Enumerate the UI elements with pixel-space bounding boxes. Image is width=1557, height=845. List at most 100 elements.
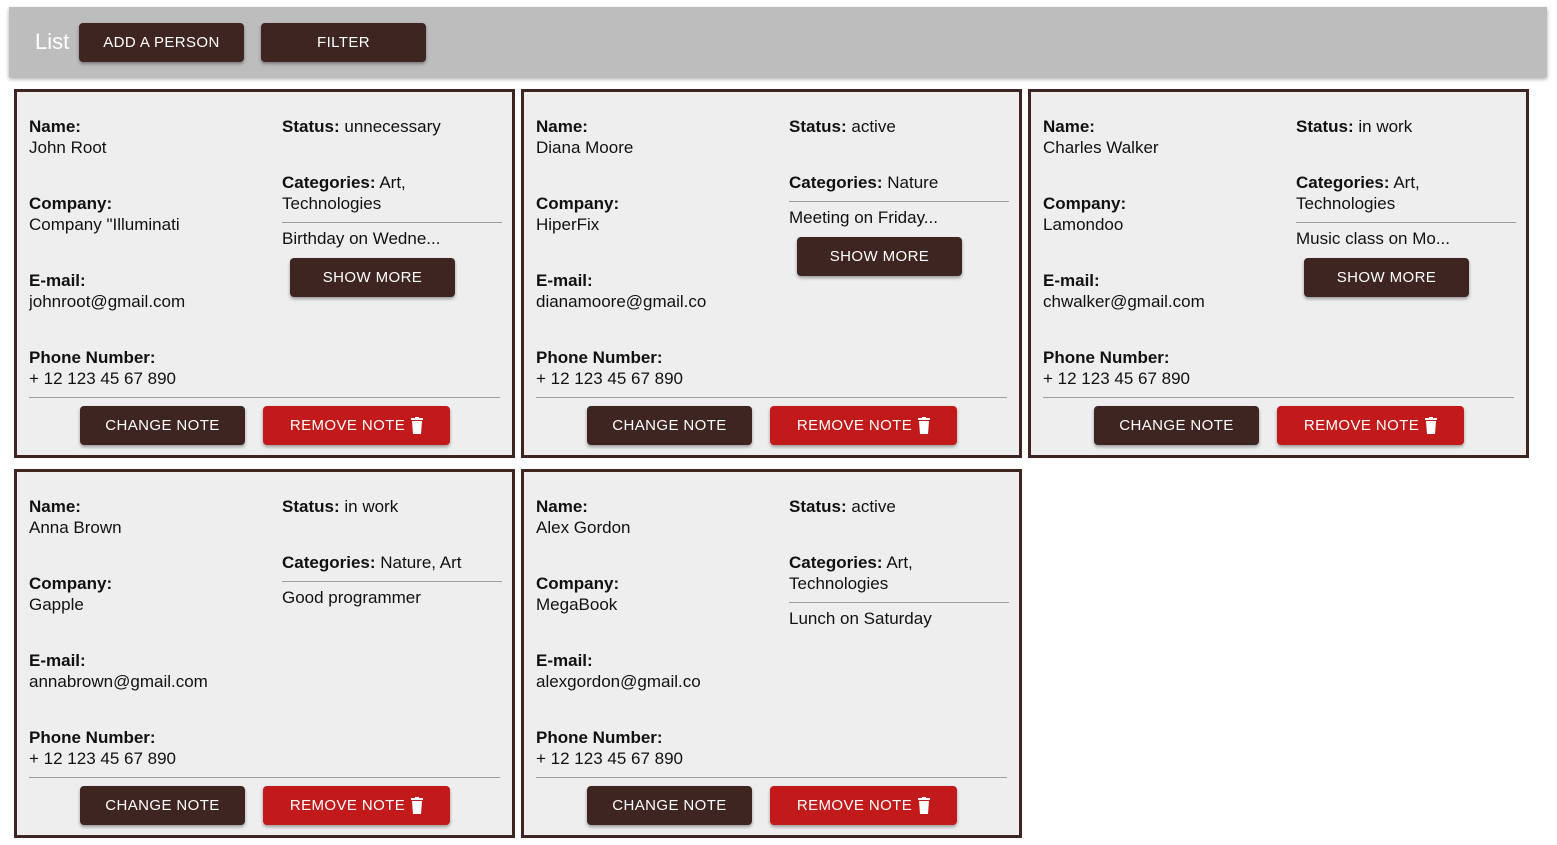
status-line: Status: unnecessary	[282, 116, 502, 137]
name-value: Alex Gordon	[536, 518, 631, 537]
remove-note-button[interactable]: REMOVE NOTE	[263, 406, 450, 445]
name-field: Name: Diana Moore	[536, 116, 776, 193]
company-label: Company:	[1043, 194, 1127, 213]
company-field: Company: Lamondoo	[1043, 193, 1283, 270]
status-value: in work	[1358, 117, 1413, 136]
categories-line: Categories: Nature, Art	[282, 552, 502, 573]
categories-value: Nature	[887, 173, 939, 192]
app-bar: List ADD A PERSON FILTER	[9, 7, 1547, 77]
trash-icon	[918, 797, 931, 814]
company-value: Gapple	[29, 595, 84, 614]
name-field: Name: Anna Brown	[29, 496, 269, 573]
note-text: Good programmer	[282, 588, 421, 607]
change-note-button[interactable]: CHANGE NOTE	[587, 406, 752, 445]
remove-note-button[interactable]: REMOVE NOTE	[770, 786, 957, 825]
email-label: E-mail:	[29, 651, 86, 670]
person-info: Name: Diana Moore Company: HiperFix E-ma…	[536, 116, 776, 424]
email-label: E-mail:	[29, 271, 86, 290]
person-card: Name: Anna Brown Company: Gapple E-mail:…	[14, 469, 515, 838]
person-meta: Status: in work Categories: Art, Technol…	[1296, 116, 1516, 297]
trash-icon	[1425, 417, 1438, 434]
person-info: Name: Anna Brown Company: Gapple E-mail:…	[29, 496, 269, 804]
phone-label: Phone Number:	[1043, 348, 1170, 367]
categories-label: Categories:	[789, 553, 883, 572]
change-note-button[interactable]: CHANGE NOTE	[587, 786, 752, 825]
name-label: Name:	[536, 497, 588, 516]
status-line: Status: active	[789, 496, 1009, 517]
change-note-button[interactable]: CHANGE NOTE	[80, 406, 245, 445]
name-value: John Root	[29, 138, 107, 157]
company-field: Company: Company "Illuminati	[29, 193, 269, 270]
name-label: Name:	[29, 497, 81, 516]
remove-note-button[interactable]: REMOVE NOTE	[263, 786, 450, 825]
app-title: List	[35, 29, 70, 54]
phone-value: + 12 123 45 67 890	[29, 369, 176, 388]
phone-label: Phone Number:	[29, 348, 156, 367]
email-value: chwalker@gmail.com	[1043, 292, 1205, 311]
categories-line: Categories: Nature	[789, 172, 1009, 193]
person-meta: Status: unnecessary Categories: Art, Tec…	[282, 116, 502, 297]
person-card: Name: Charles Walker Company: Lamondoo E…	[1028, 89, 1529, 458]
change-note-button[interactable]: CHANGE NOTE	[80, 786, 245, 825]
card-actions: CHANGE NOTE REMOVE NOTE	[1094, 406, 1464, 445]
email-label: E-mail:	[536, 651, 593, 670]
email-value: johnroot@gmail.com	[29, 292, 186, 311]
company-field: Company: Gapple	[29, 573, 269, 650]
trash-icon	[411, 797, 424, 814]
email-value: dianamoore@gmail.co	[536, 292, 707, 311]
email-value: alexgordon@gmail.co	[536, 672, 701, 691]
person-card: Name: Diana Moore Company: HiperFix E-ma…	[521, 89, 1022, 458]
categories-label: Categories:	[282, 173, 376, 192]
status-value: active	[851, 497, 896, 516]
add-person-button[interactable]: ADD A PERSON	[79, 22, 244, 62]
person-info: Name: Alex Gordon Company: MegaBook E-ma…	[536, 496, 776, 804]
note-text: Birthday on Wedne...	[282, 229, 441, 248]
status-label: Status:	[789, 117, 847, 136]
remove-note-button[interactable]: REMOVE NOTE	[1277, 406, 1464, 445]
phone-value: + 12 123 45 67 890	[536, 749, 683, 768]
email-label: E-mail:	[1043, 271, 1100, 290]
name-value: Anna Brown	[29, 518, 122, 537]
categories-label: Categories:	[789, 173, 883, 192]
categories-value: Nature, Art	[380, 553, 462, 572]
remove-note-label: REMOVE NOTE	[796, 417, 913, 434]
divider	[282, 581, 502, 582]
person-info: Name: Charles Walker Company: Lamondoo E…	[1043, 116, 1283, 424]
change-note-button[interactable]: CHANGE NOTE	[1094, 406, 1259, 445]
show-more-button[interactable]: SHOW MORE	[797, 237, 962, 276]
trash-icon	[411, 417, 424, 434]
name-field: Name: Alex Gordon	[536, 496, 776, 573]
categories-line: Categories: Art, Technologies	[1296, 172, 1516, 214]
show-more-button[interactable]: SHOW MORE	[290, 258, 455, 297]
status-value: unnecessary	[344, 117, 441, 136]
remove-note-button[interactable]: REMOVE NOTE	[770, 406, 957, 445]
email-field: E-mail: johnroot@gmail.com	[29, 270, 269, 347]
remove-note-label: REMOVE NOTE	[289, 417, 406, 434]
phone-label: Phone Number:	[536, 348, 663, 367]
categories-line: Categories: Art, Technologies	[282, 172, 502, 214]
company-field: Company: HiperFix	[536, 193, 776, 270]
company-value: Company "Illuminati	[29, 215, 180, 234]
name-label: Name:	[29, 117, 81, 136]
status-line: Status: active	[789, 116, 1009, 137]
status-value: in work	[344, 497, 399, 516]
filter-button[interactable]: FILTER	[261, 22, 426, 62]
divider	[536, 777, 1007, 778]
card-actions: CHANGE NOTE REMOVE NOTE	[587, 786, 957, 825]
show-more-button[interactable]: SHOW MORE	[1304, 258, 1469, 297]
card-actions: CHANGE NOTE REMOVE NOTE	[587, 406, 957, 445]
status-label: Status:	[789, 497, 847, 516]
name-label: Name:	[1043, 117, 1095, 136]
email-field: E-mail: annabrown@gmail.com	[29, 650, 269, 727]
email-field: E-mail: chwalker@gmail.com	[1043, 270, 1283, 347]
trash-icon	[918, 417, 931, 434]
status-label: Status:	[282, 497, 340, 516]
status-label: Status:	[1296, 117, 1354, 136]
email-value: annabrown@gmail.com	[29, 672, 208, 691]
company-label: Company:	[536, 574, 620, 593]
company-label: Company:	[29, 574, 113, 593]
status-label: Status:	[282, 117, 340, 136]
remove-note-label: REMOVE NOTE	[289, 797, 406, 814]
phone-label: Phone Number:	[536, 728, 663, 747]
name-value: Diana Moore	[536, 138, 634, 157]
